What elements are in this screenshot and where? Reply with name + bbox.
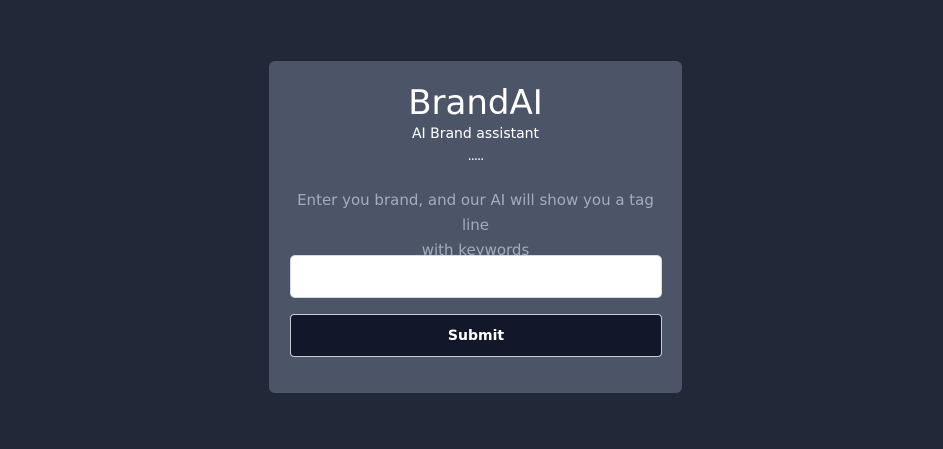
decorative-dots: ..... xyxy=(467,149,485,164)
page: BrandAI AI Brand assistant ..... Enter y… xyxy=(0,0,943,449)
app-subtitle: AI Brand assistant xyxy=(411,126,540,142)
app-title: BrandAI xyxy=(408,83,543,123)
brand-card: BrandAI AI Brand assistant ..... Enter y… xyxy=(269,61,682,393)
description: Enter you brand, and our AI will show yo… xyxy=(285,188,666,263)
description-text: Enter you brand, and our AI will show yo… xyxy=(297,191,654,234)
submit-button[interactable]: Submit xyxy=(290,314,662,357)
brand-input[interactable] xyxy=(290,255,662,298)
